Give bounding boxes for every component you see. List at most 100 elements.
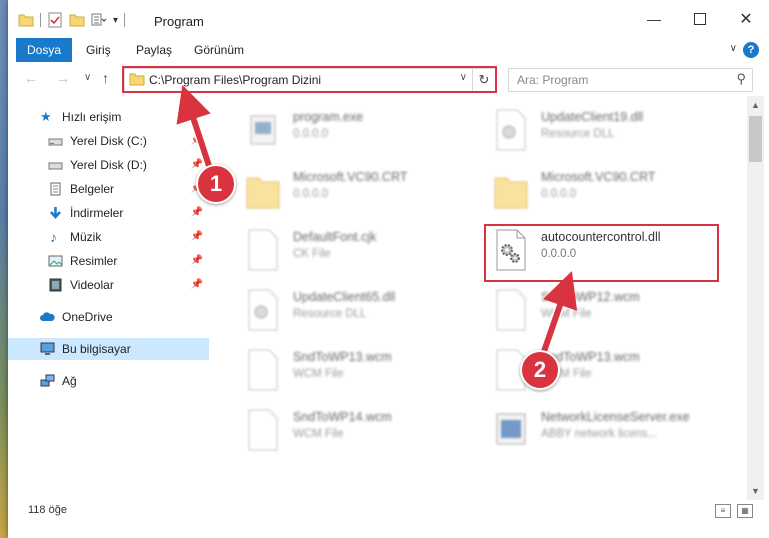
file-item[interactable]: UpdateClient65.dll Resource DLL <box>223 280 463 336</box>
vertical-scrollbar[interactable]: ▲ ▼ <box>747 96 764 500</box>
file-desc: Resource DLL <box>293 308 367 320</box>
pin-icon: 📌 <box>190 231 203 242</box>
tab-file[interactable]: Dosya <box>16 38 72 62</box>
step-badge-two: 2 <box>520 350 560 390</box>
file-item[interactable]: SndToWP13.wcm WCM File <box>471 340 711 396</box>
file-item[interactable]: SndToWP14.wcm WCM File <box>223 400 463 456</box>
file-name: SndToWP12.wcm <box>541 290 640 304</box>
cloud-icon <box>40 312 55 321</box>
file-item[interactable]: DefaultFont.cjk CK File <box>223 220 463 276</box>
quick-access-toolbar: ▾ <box>18 12 126 28</box>
properties-icon[interactable] <box>47 12 63 28</box>
expand-ribbon-icon[interactable]: ∨ <box>730 43 737 54</box>
file-item[interactable]: UpdateClient19.dll Resource DLL <box>471 100 711 156</box>
file-desc: 0.0.0.0 <box>541 188 577 200</box>
sidebar-item-this-pc[interactable]: Bu bilgisayar <box>8 338 209 360</box>
file-name: Microsoft.VC90.CRT <box>541 170 656 184</box>
exe-file-icon <box>250 115 276 145</box>
pin-icon: 📌 <box>190 207 203 218</box>
tab-share[interactable]: Paylaş <box>126 38 182 62</box>
folder-file-icon <box>246 177 280 209</box>
scroll-down-icon[interactable]: ▼ <box>751 486 760 496</box>
sidebar-item-label: Yerel Disk (C:) <box>70 134 147 148</box>
search-placeholder: Ara: Program <box>517 73 589 87</box>
folder-file-icon <box>494 177 528 209</box>
file-desc: CK File <box>293 248 331 260</box>
file-desc: WCM File <box>293 368 344 380</box>
sidebar-item-label: Videolar <box>70 278 114 292</box>
sidebar-item-videos[interactable]: Videolar 📌 <box>8 274 209 296</box>
scroll-up-icon[interactable]: ▲ <box>751 100 760 110</box>
recent-locations-icon[interactable]: ∨ <box>84 72 91 83</box>
close-button[interactable]: ✕ <box>723 0 769 38</box>
ribbon-tabs: Dosya Giriş Paylaş Görünüm ∨ ? <box>8 38 769 63</box>
up-arrow-icon[interactable]: ↑ <box>102 70 109 86</box>
sidebar-item-pictures[interactable]: Resimler 📌 <box>8 250 209 272</box>
forward-arrow-icon[interactable]: → <box>56 70 70 86</box>
window-title: Program <box>154 14 204 29</box>
help-icon[interactable]: ? <box>743 42 759 58</box>
sidebar-item-quick-access[interactable]: ★ Hızlı erişim <box>8 106 209 128</box>
tab-home[interactable]: Giriş <box>76 38 121 62</box>
navigation-pane: ★ Hızlı erişim Yerel Disk (C:) 📌 Yerel D… <box>8 96 212 490</box>
file-item[interactable]: Microsoft.VC90.CRT 0.0.0.0 <box>471 160 711 216</box>
pin-icon: 📌 <box>190 255 203 266</box>
file-item[interactable]: SndToWP13.wcm WCM File <box>223 340 463 396</box>
file-desc: ABBY network licens... <box>541 428 658 440</box>
title-bar: ▾ Program — ✕ <box>8 0 769 38</box>
search-box[interactable]: Ara: Program ⚲ <box>508 68 753 92</box>
download-icon <box>50 207 61 219</box>
dll-file-icon <box>496 109 526 151</box>
file-desc: WCM File <box>541 308 592 320</box>
new-folder-icon[interactable] <box>69 12 85 28</box>
dll-file-icon <box>248 289 278 331</box>
exe-file-icon <box>496 413 526 445</box>
pictures-icon <box>48 255 63 267</box>
file-name: SndToWP14.wcm <box>293 410 392 424</box>
generic-file-icon <box>496 289 526 331</box>
file-item[interactable]: NetworkLicenseServer.exe ABBY network li… <box>471 400 711 456</box>
sidebar-item-documents[interactable]: Belgeler 📌 <box>8 178 209 200</box>
sidebar-item-music[interactable]: ♪ Müzik 📌 <box>8 226 209 248</box>
item-count: 118 öğe <box>28 504 67 516</box>
sidebar-item-label: Yerel Disk (D:) <box>70 158 147 172</box>
sidebar-item-label: Ağ <box>62 374 77 388</box>
sidebar-item-local-disk-d[interactable]: Yerel Disk (D:) 📌 <box>8 154 209 176</box>
file-item[interactable]: SndToWP12.wcm WCM File <box>471 280 711 336</box>
folder-icon <box>18 14 34 27</box>
scrollbar-thumb[interactable] <box>749 116 762 162</box>
toolbar-separator <box>124 13 126 27</box>
file-item[interactable]: Microsoft.VC90.CRT 0.0.0.0 <box>223 160 463 216</box>
file-item[interactable]: program.exe 0.0.0.0 <box>223 100 463 156</box>
sidebar-item-network[interactable]: Ağ <box>8 370 209 392</box>
minimize-button[interactable]: — <box>631 0 677 38</box>
address-bar-highlight <box>122 66 497 93</box>
generic-file-icon <box>248 229 278 271</box>
file-desc: WCM File <box>293 428 344 440</box>
sidebar-item-downloads[interactable]: İndirmeler 📌 <box>8 202 209 224</box>
file-desc: 0.0.0.0 <box>293 188 329 200</box>
large-icons-view-icon[interactable]: ▦ <box>737 504 753 518</box>
sidebar-item-label: Belgeler <box>70 182 115 196</box>
file-list: program.exe 0.0.0.0 UpdateClient19.dll R… <box>213 96 747 490</box>
customize-toolbar-icon[interactable] <box>91 12 107 28</box>
file-desc: Resource DLL <box>541 128 615 140</box>
status-bar: 118 öğe ≡ ▦ <box>8 500 769 538</box>
minimize-icon: — <box>647 11 661 27</box>
toolbar-dropdown-icon[interactable]: ▾ <box>113 15 118 26</box>
sidebar-item-onedrive[interactable]: OneDrive <box>8 306 209 328</box>
file-name: UpdateClient19.dll <box>541 110 644 124</box>
view-switcher: ≡ ▦ <box>715 504 753 518</box>
toolbar-separator <box>40 13 41 27</box>
target-file-highlight <box>484 224 719 282</box>
back-arrow-icon[interactable]: ← <box>24 70 38 86</box>
network-icon <box>40 374 55 387</box>
maximize-button[interactable] <box>677 0 723 38</box>
tab-view[interactable]: Görünüm <box>184 38 254 62</box>
details-view-icon[interactable]: ≡ <box>715 504 731 518</box>
pin-icon: 📌 <box>190 279 203 290</box>
documents-icon <box>50 182 61 196</box>
sidebar-item-local-disk-c[interactable]: Yerel Disk (C:) 📌 <box>8 130 209 152</box>
generic-file-icon <box>248 409 278 451</box>
sidebar-item-label: Müzik <box>70 230 102 244</box>
